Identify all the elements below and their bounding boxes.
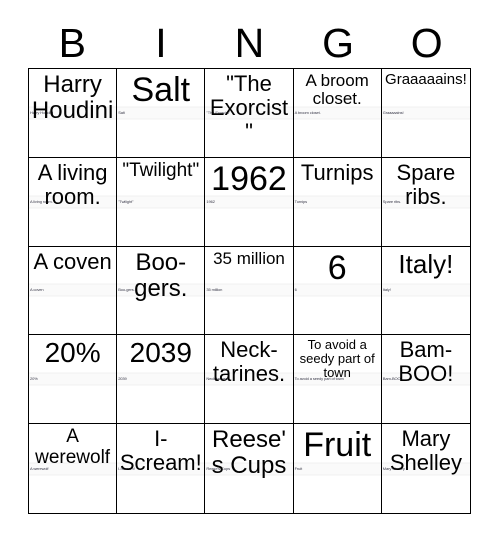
cell-text: A werewolf xyxy=(35,426,111,468)
cell-micro-label: 20% xyxy=(30,376,38,382)
cell-text: 35 million xyxy=(213,248,285,268)
bingo-cell[interactable]: Italy! Italy! xyxy=(381,246,470,336)
cell-micro-label: 1962 xyxy=(206,198,215,204)
cell-text: Harry Houdini xyxy=(31,71,114,124)
bingo-cell[interactable]: Fruit Fruit xyxy=(293,424,382,513)
cell-text: Graaaaains! xyxy=(385,71,467,88)
bingo-cell[interactable]: Reese's Cups Reese's Cups xyxy=(205,424,294,513)
bingo-cell[interactable]: 20% 20% xyxy=(29,335,118,425)
cell-text: Turnips xyxy=(300,159,374,185)
cell-text: Salt xyxy=(131,71,191,109)
cell-text: Spare ribs. xyxy=(396,159,456,209)
cell-band xyxy=(293,462,381,476)
cell-micro-label: "Twilight" xyxy=(118,198,134,204)
cell-micro-label: Graaaaains! xyxy=(382,109,404,115)
cell-micro-label: A broom closet. xyxy=(294,109,321,115)
bingo-cell[interactable]: 1962 1962 xyxy=(205,157,294,247)
bingo-cell[interactable]: 2039 2039 xyxy=(117,335,206,425)
cell-micro-label: 2039 xyxy=(118,376,127,382)
cell-micro-label: Salt xyxy=(118,109,125,115)
bingo-letter-n: N xyxy=(234,20,265,66)
cell-text: A coven xyxy=(33,248,112,274)
bingo-cell[interactable]: Harry Houdini Harry Houdini xyxy=(29,69,118,158)
bingo-cell[interactable]: To avoid a seedy part of town To avoid a… xyxy=(293,335,382,425)
cell-text: Italy! xyxy=(398,248,454,279)
bingo-cell[interactable]: A broom closet. A broom closet. xyxy=(293,69,382,158)
bingo-cell[interactable]: A coven A coven xyxy=(29,246,118,336)
cell-micro-label: Fruit xyxy=(294,465,303,471)
bingo-cell[interactable]: Neck-tarines. Neck-tarines. xyxy=(205,335,294,425)
bingo-cell[interactable]: Turnips Turnips xyxy=(293,157,382,247)
cell-text: "Twilight" xyxy=(122,159,200,181)
cell-text: 2039 xyxy=(129,337,192,369)
cell-text: Boo-gers. xyxy=(134,248,188,302)
bingo-grid: Harry Houdini Harry Houdini Salt Salt "T… xyxy=(28,68,471,514)
bingo-cell[interactable]: Spare ribs. Spare ribs. xyxy=(381,157,470,247)
cell-micro-label: Turnips xyxy=(294,198,308,204)
cell-text: Mary Shelley xyxy=(389,426,462,475)
cell-text: 1962 xyxy=(211,159,287,198)
bingo-cell[interactable]: I-Scream! I-Scream! xyxy=(117,424,206,513)
cell-micro-label: A coven xyxy=(30,287,44,293)
cell-text: Fruit xyxy=(303,426,372,465)
cell-text: 20% xyxy=(44,337,101,369)
bingo-cell[interactable]: Salt Salt xyxy=(117,69,206,158)
cell-text: 6 xyxy=(327,248,347,287)
cell-micro-label: Italy! xyxy=(382,287,391,293)
bingo-letter-i: I xyxy=(155,20,167,66)
bingo-cell[interactable]: 35 million 35 million xyxy=(205,246,294,336)
bingo-cell[interactable]: Graaaaains! Graaaaains! xyxy=(381,69,470,158)
bingo-cell[interactable]: "The Exorcist" "The Exorcist" xyxy=(205,69,294,158)
bingo-cell[interactable]: Mary Shelley Mary Shelley xyxy=(381,424,470,513)
cell-text: I-Scream! xyxy=(119,426,202,475)
bingo-cell[interactable]: Boo-gers. Boo-gers. xyxy=(117,246,206,336)
cell-band xyxy=(381,283,470,297)
cell-text: A living room. xyxy=(37,159,108,209)
bingo-letter-o: O xyxy=(410,20,443,66)
cell-text: Neck-tarines. xyxy=(212,337,286,387)
bingo-cell[interactable]: "Twilight" "Twilight" xyxy=(117,157,206,247)
cell-text: Bam-BOO! xyxy=(398,337,454,387)
cell-micro-label: 35 million xyxy=(206,287,223,293)
bingo-header: B I N G O xyxy=(28,18,471,68)
cell-text: Reese's Cups xyxy=(211,426,287,480)
cell-micro-label: 6 xyxy=(294,287,297,293)
cell-text: To avoid a seedy part of town xyxy=(299,337,375,381)
cell-band xyxy=(117,372,205,386)
bingo-cell[interactable]: A living room. A living room. xyxy=(29,157,118,247)
bingo-cell[interactable]: Bam-BOO! Bam-BOO! xyxy=(381,335,470,425)
bingo-letter-g: G xyxy=(322,20,355,66)
bingo-cell[interactable]: A werewolf A werewolf xyxy=(29,424,118,513)
bingo-letter-b: B xyxy=(58,20,86,66)
cell-text: "The Exorcist" xyxy=(209,71,289,144)
cell-band xyxy=(29,372,117,386)
bingo-cell[interactable]: 6 6 xyxy=(293,246,382,336)
cell-text: A broom closet. xyxy=(305,71,369,109)
